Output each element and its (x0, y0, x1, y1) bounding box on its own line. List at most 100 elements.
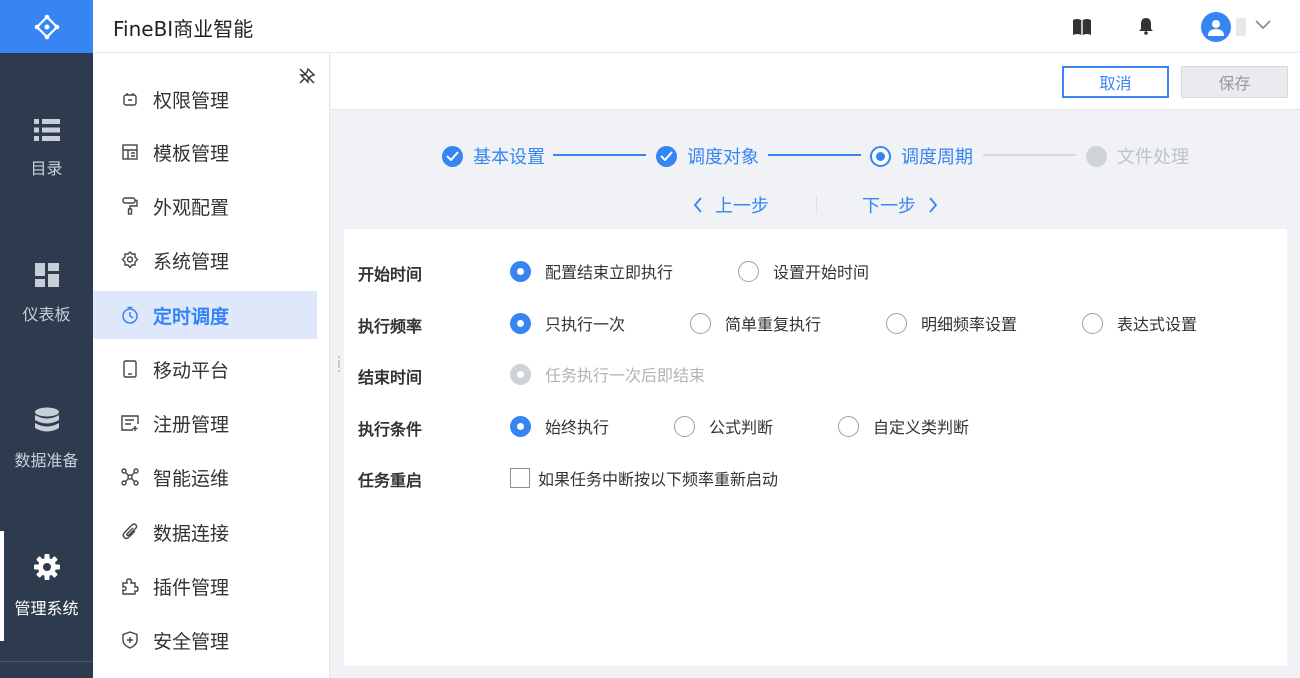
paint-roller-icon (121, 197, 139, 215)
nav-item-label: 系统管理 (153, 250, 230, 273)
mobile-icon (121, 360, 139, 378)
step-label: 调度对象 (687, 147, 759, 168)
frequency-once-radio[interactable]: 只执行一次 (510, 311, 625, 335)
rail-item-dashboard[interactable]: 仪表板 (0, 239, 93, 349)
book-icon[interactable] (1072, 18, 1092, 36)
radio-checked-icon (510, 415, 531, 437)
step-basic-settings[interactable]: 基本设置 (442, 143, 545, 169)
nav-item-templates[interactable]: 模板管理 (93, 128, 317, 176)
radio-icon (690, 312, 711, 334)
cancel-button[interactable]: 取消 (1062, 66, 1169, 98)
next-step-label: 下一步 (862, 196, 916, 217)
nav-item-data-connection[interactable]: 数据连接 (93, 508, 317, 556)
step-connector (983, 154, 1076, 156)
settings-icon (121, 251, 139, 269)
nav-item-ops[interactable]: 智能运维 (93, 453, 317, 501)
step-schedule-period[interactable]: 调度周期 (870, 143, 973, 169)
frequency-expression-radio[interactable]: 表达式设置 (1082, 311, 1197, 335)
nav-item-registration[interactable]: 注册管理 (93, 399, 317, 447)
nav-item-appearance[interactable]: 外观配置 (93, 182, 317, 230)
rail-item-label: 数据准备 (14, 451, 79, 470)
nav-item-label: 数据连接 (153, 522, 230, 545)
gear-icon (33, 554, 60, 580)
logo-icon (34, 14, 59, 39)
radio-icon (674, 415, 695, 437)
pending-step-icon (1086, 145, 1107, 167)
rail-item-data-prep[interactable]: 数据准备 (0, 384, 93, 494)
template-icon (121, 143, 139, 161)
step-label: 调度周期 (901, 147, 973, 168)
register-icon (121, 414, 139, 432)
option-label: 明细频率设置 (921, 315, 1018, 334)
option-label: 设置开始时间 (773, 263, 870, 282)
rail-item-admin[interactable]: 管理系统 (0, 531, 93, 641)
chevron-right-icon (929, 197, 938, 213)
user-name-placeholder (1236, 18, 1246, 36)
option-label: 简单重复执行 (725, 315, 822, 334)
avatar[interactable] (1201, 12, 1231, 42)
option-label: 只执行一次 (545, 315, 626, 334)
nav-item-security[interactable]: 安全管理 (93, 616, 317, 664)
nav-item-plugins[interactable]: 插件管理 (93, 562, 317, 610)
option-label: 公式判断 (709, 418, 774, 437)
start-time-immediate-radio[interactable]: 配置结束立即执行 (510, 259, 673, 283)
nav-item-permissions[interactable]: 权限管理 (93, 75, 317, 123)
restart-checkbox[interactable]: 如果任务中断按以下频率重新启动 (510, 466, 778, 490)
prev-step-button[interactable]: 上一步 (693, 192, 769, 218)
prev-step-label: 上一步 (715, 196, 769, 217)
frequency-simple-repeat-radio[interactable]: 简单重复执行 (690, 311, 821, 335)
radio-checked-icon (510, 312, 531, 334)
chevron-down-icon[interactable] (1255, 20, 1271, 30)
radio-icon (886, 312, 907, 334)
option-label: 配置结束立即执行 (545, 263, 674, 282)
chevron-left-icon (693, 197, 702, 213)
nav-item-label: 模板管理 (153, 142, 230, 165)
schedule-form: 开始时间 配置结束立即执行 设置开始时间 执行频率 只执行一次 简单重复执行 明… (344, 229, 1287, 666)
nav-item-label: 外观配置 (153, 196, 230, 219)
nav-item-label: 插件管理 (153, 576, 230, 599)
radio-disabled-icon (510, 363, 531, 385)
start-time-custom-radio[interactable]: 设置开始时间 (738, 259, 869, 283)
option-label: 始终执行 (545, 418, 610, 437)
step-nav-divider (816, 196, 817, 214)
start-time-label: 开始时间 (358, 265, 423, 284)
database-icon (34, 407, 59, 432)
rail-item-catalog[interactable]: 目录 (0, 94, 93, 204)
secondary-nav: 权限管理 模板管理 外观配置 系统管理 定时调度 移动平台 注册管理 智能运维 … (93, 53, 330, 678)
permission-icon (121, 90, 139, 108)
user-icon (1208, 20, 1224, 36)
dashboard-icon (34, 263, 59, 287)
left-rail: 目录 仪表板 数据准备 管理系统 (0, 0, 93, 678)
condition-formula-radio[interactable]: 公式判断 (674, 414, 773, 438)
current-step-icon (870, 145, 891, 167)
nav-item-mobile[interactable]: 移动平台 (93, 345, 317, 393)
bell-icon[interactable] (1138, 17, 1154, 35)
condition-label: 执行条件 (358, 420, 423, 439)
nav-item-label: 智能运维 (153, 467, 230, 490)
nav-item-system[interactable]: 系统管理 (93, 236, 317, 284)
timer-icon (121, 306, 139, 324)
top-header: FineBI商业智能 (93, 0, 1300, 53)
step-label: 文件处理 (1117, 147, 1189, 168)
condition-custom-class-radio[interactable]: 自定义类判断 (838, 414, 969, 438)
nav-item-label: 定时调度 (153, 305, 230, 328)
nav-item-scheduling[interactable]: 定时调度 (93, 291, 317, 339)
action-bar: 取消 保存 (331, 53, 1300, 110)
restart-label: 任务重启 (358, 471, 423, 490)
step-file-processing[interactable]: 文件处理 (1086, 143, 1189, 169)
next-step-button[interactable]: 下一步 (862, 192, 938, 218)
rail-item-label: 仪表板 (22, 305, 71, 324)
nav-item-label: 权限管理 (153, 89, 230, 112)
option-label: 自定义类判断 (873, 418, 970, 437)
app-logo[interactable] (0, 0, 93, 53)
ops-icon (121, 468, 139, 486)
app-title: FineBI商业智能 (113, 17, 254, 41)
rail-divider (0, 661, 93, 662)
checkbox-label: 如果任务中断按以下频率重新启动 (538, 470, 779, 489)
condition-always-radio[interactable]: 始终执行 (510, 414, 609, 438)
save-button[interactable]: 保存 (1181, 66, 1288, 98)
step-schedule-object[interactable]: 调度对象 (656, 143, 759, 169)
frequency-label: 执行频率 (358, 317, 423, 336)
end-time-after-once-radio: 任务执行一次后即结束 (510, 362, 705, 386)
frequency-detailed-radio[interactable]: 明细频率设置 (886, 311, 1017, 335)
